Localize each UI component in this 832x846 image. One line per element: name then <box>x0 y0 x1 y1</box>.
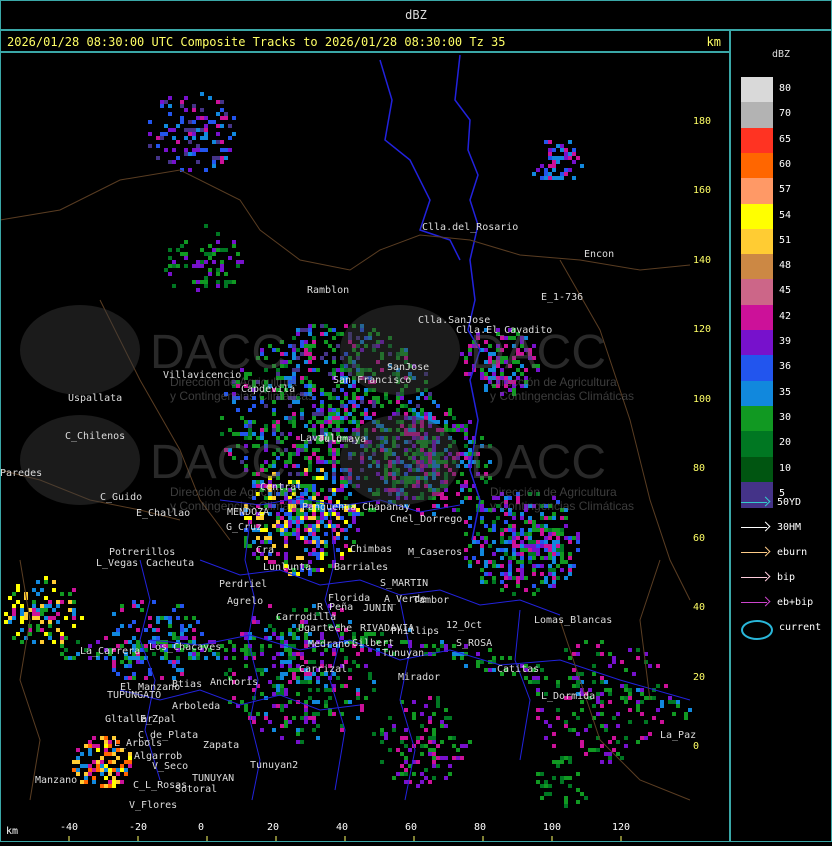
current-label: current <box>779 622 822 633</box>
legend-swatch <box>741 152 773 179</box>
legend-value: 42 <box>779 310 792 322</box>
x-tick-label: 40 <box>336 822 349 833</box>
y-tick-label: 20 <box>693 671 706 683</box>
legend-value: 60 <box>779 158 792 170</box>
y-tick-label: 120 <box>693 324 712 335</box>
legend-swatch <box>741 279 773 306</box>
map-border <box>0 52 730 842</box>
map-header: 2026/01/28 08:30:00 UTC Composite Tracks… <box>0 30 730 52</box>
legend-swatch <box>741 355 773 382</box>
x-tick-label: 120 <box>612 822 631 833</box>
track-arrow-icon <box>741 572 771 582</box>
x-tick-label: -40 <box>60 822 79 833</box>
x-tick-label: 80 <box>474 822 487 833</box>
legend-swatch <box>741 431 773 458</box>
y-tick-label: 160 <box>693 185 712 196</box>
track-legend-item: bip <box>741 572 795 583</box>
track-arrow-icon <box>741 547 771 557</box>
track-legend-item: 50YD <box>741 497 801 508</box>
track-legend-item: 30HM <box>741 522 801 533</box>
legend-value: 65 <box>779 133 792 145</box>
y-tick-label: 180 <box>693 115 712 127</box>
legend-value: 39 <box>779 336 792 347</box>
track-name: bip <box>777 572 796 583</box>
legend-swatch <box>741 77 773 103</box>
legend-title: dBZ <box>771 49 791 60</box>
track-name: eburn <box>777 547 808 558</box>
legend-swatch <box>741 254 773 281</box>
legend-value: 20 <box>779 437 792 449</box>
header-unit: km <box>706 35 721 49</box>
legend-swatch <box>741 405 773 432</box>
track-legend-item: eburn <box>741 547 807 558</box>
top-title-bar: dBZ <box>0 0 832 30</box>
y-tick-label: 0 <box>693 741 700 752</box>
legend-value: 30 <box>779 411 792 423</box>
radar-map[interactable]: DACC Dirección de Agricultura y Contingenc… <box>0 52 730 842</box>
legend-swatch <box>741 203 773 230</box>
legend-panel: dBZ 80 70 65 60 57 54 51 48 45 42 39 36 35 30 20 10 5 50… <box>730 30 832 842</box>
track-name: eb+bip <box>777 597 814 608</box>
legend-value: 36 <box>779 361 792 373</box>
current-ellipse-icon <box>741 620 773 640</box>
legend-swatch <box>741 127 773 154</box>
legend-swatch <box>741 102 773 129</box>
track-name: 50YD <box>777 497 802 508</box>
x-tick-label: 20 <box>267 822 280 833</box>
legend-value: 54 <box>779 209 792 221</box>
legend-value: 10 <box>779 462 792 474</box>
track-name: 30HM <box>777 522 802 533</box>
legend-value: 80 <box>779 83 792 94</box>
x-axis-unit: km <box>6 826 19 837</box>
y-tick-label: 40 <box>693 602 706 613</box>
y-tick-label: 140 <box>693 254 712 266</box>
legend-swatch <box>741 330 773 356</box>
legend-swatch <box>741 228 773 255</box>
y-tick-label: 80 <box>693 463 706 474</box>
legend-value: 51 <box>779 234 792 246</box>
track-arrow-icon <box>741 597 771 607</box>
x-tick-label: -20 <box>129 822 148 833</box>
legend-value: 35 <box>779 386 792 398</box>
y-tick-label: 100 <box>693 393 712 405</box>
track-arrow-icon <box>741 497 771 507</box>
composite-title: 2026/01/28 08:30:00 UTC Composite Tracks… <box>7 35 506 49</box>
y-tick-label: 60 <box>693 532 706 544</box>
legend-swatch <box>741 178 773 205</box>
x-tick-label: 60 <box>405 822 418 833</box>
x-tick-label: 100 <box>543 822 562 833</box>
top-title: dBZ <box>405 8 427 22</box>
legend-value: 45 <box>779 285 792 297</box>
track-arrow-icon <box>741 522 771 532</box>
x-tick-label: 0 <box>198 822 205 833</box>
legend-value: 48 <box>779 260 792 272</box>
legend-swatch <box>741 380 773 407</box>
legend-swatch <box>741 304 773 331</box>
track-legend-item: eb+bip <box>741 597 813 608</box>
legend-swatch <box>741 456 773 483</box>
legend-value: 57 <box>779 184 792 196</box>
legend-value: 70 <box>779 108 792 120</box>
